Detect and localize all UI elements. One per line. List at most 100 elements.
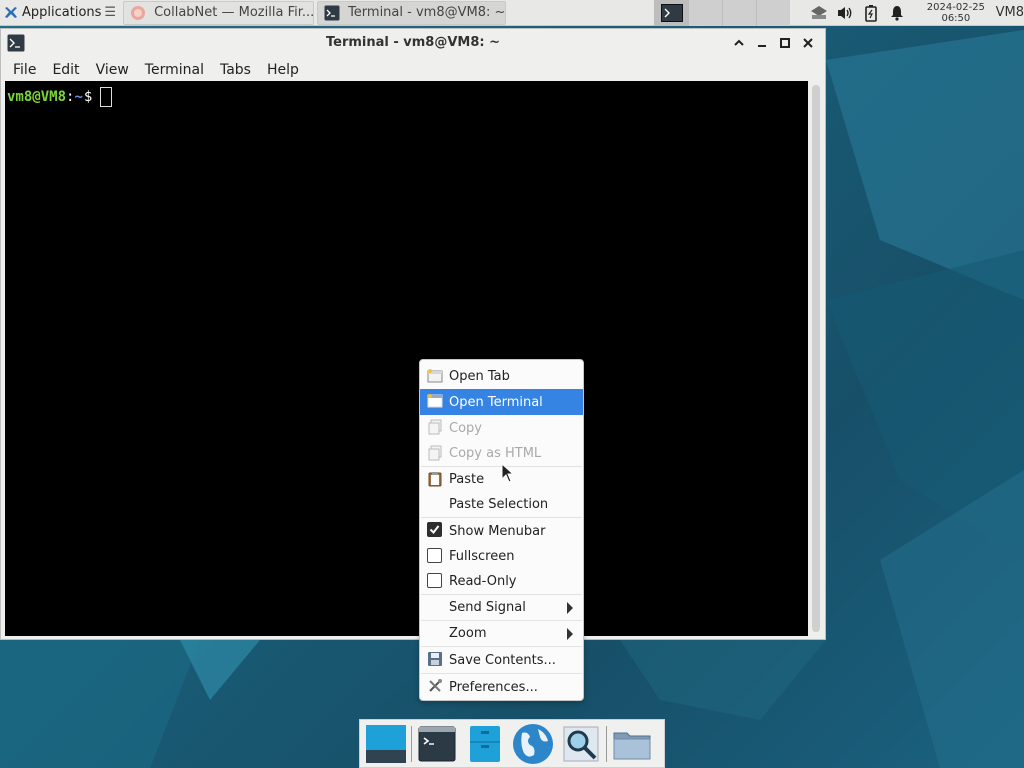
menu-item-open-tab[interactable]: Open Tab	[420, 364, 583, 389]
menu-item-fullscreen[interactable]: Fullscreen	[420, 544, 583, 569]
maximize-button[interactable]	[773, 33, 796, 53]
terminal-icon	[660, 3, 683, 22]
user-menu[interactable]: VM8	[996, 5, 1024, 20]
window-titlebar[interactable]: Terminal - vm8@VM8: ~	[1, 29, 825, 57]
save-icon	[428, 652, 442, 666]
dock-separator	[411, 725, 412, 762]
clock-date: 2024-02-25	[926, 1, 985, 13]
workspace-2[interactable]	[688, 0, 723, 26]
workspace-1[interactable]	[654, 0, 689, 26]
menu-view[interactable]: View	[88, 62, 137, 78]
firefox-icon	[131, 5, 146, 20]
xfce-logo-icon	[5, 6, 17, 18]
menu-item-send-signal[interactable]: Send Signal	[420, 595, 583, 620]
terminal-icon	[418, 726, 456, 761]
menu-item-copy[interactable]: Copy	[420, 415, 583, 441]
clock-time: 06:50	[941, 12, 971, 24]
menu-item-open-terminal[interactable]: Open Terminal	[420, 389, 583, 415]
taskbar-item-firefox[interactable]: CollabNet — Mozilla Fir...	[123, 0, 315, 25]
show-desktop-icon	[366, 724, 406, 763]
menu-item-paste-selection[interactable]: Paste Selection	[420, 492, 583, 517]
volume-icon[interactable]	[836, 4, 854, 22]
workspace-3[interactable]	[722, 0, 757, 26]
window-controls	[727, 33, 819, 53]
menu-item-label: Show Menubar	[449, 523, 546, 539]
folder-icon	[613, 732, 651, 759]
dock-web-browser[interactable]	[509, 721, 557, 767]
clock[interactable]: 2024-02-25 06:50	[924, 2, 987, 24]
minimize-icon	[757, 45, 766, 47]
new-tab-icon	[427, 369, 443, 383]
workspace-4[interactable]	[756, 0, 791, 26]
dock-separator	[606, 725, 607, 762]
menu-file[interactable]: File	[5, 62, 44, 78]
window-title: Terminal - vm8@VM8: ~	[325, 35, 501, 50]
applications-menu-button[interactable]: Applications ☰	[0, 0, 120, 26]
applications-label: Applications	[22, 5, 102, 20]
close-icon	[802, 38, 813, 48]
dock-app-finder[interactable]	[557, 721, 605, 767]
checkbox-checked-icon	[427, 522, 443, 538]
preferences-icon	[429, 679, 442, 692]
copy-icon	[428, 419, 442, 435]
close-button[interactable]	[796, 33, 819, 53]
checkbox-unchecked-icon	[427, 573, 443, 589]
menu-item-label: Zoom	[449, 626, 487, 641]
text-cursor	[100, 87, 113, 107]
taskbar-item-label: Terminal - vm8@VM8: ~	[348, 5, 506, 20]
notification-bell-icon[interactable]	[888, 4, 906, 22]
dock-show-desktop[interactable]	[362, 721, 410, 767]
menu-item-label: Send Signal	[449, 600, 526, 615]
menu-item-label: Open Tab	[449, 369, 510, 384]
shade-button[interactable]	[727, 33, 750, 53]
menu-tabs[interactable]: Tabs	[212, 62, 259, 78]
menu-item-label: Preferences...	[449, 679, 538, 695]
scrollbar-thumb[interactable]	[812, 85, 820, 632]
new-window-icon	[427, 394, 443, 408]
dock-terminal[interactable]	[413, 721, 461, 767]
menu-item-preferences[interactable]: Preferences...	[420, 674, 583, 700]
menu-item-read-only[interactable]: Read-Only	[420, 569, 583, 594]
taskbar-item-terminal[interactable]: Terminal - vm8@VM8: ~	[317, 0, 507, 25]
menu-help[interactable]: Help	[259, 62, 307, 78]
prompt-user-host: vm8@VM8	[7, 89, 67, 105]
scrollbar[interactable]	[809, 81, 823, 636]
prompt-separator: :	[66, 89, 75, 105]
menu-item-save-contents[interactable]: Save Contents...	[420, 647, 583, 673]
terminal-window: Terminal - vm8@VM8: ~ File Edit View Ter…	[0, 28, 826, 640]
top-panel: Applications ☰ CollabNet — Mozilla Fir..…	[0, 0, 1024, 26]
web-browser-icon	[513, 723, 553, 764]
menu-item-label: Copy	[449, 420, 482, 436]
file-manager-icon	[470, 725, 500, 762]
dock-folder[interactable]	[608, 721, 656, 767]
mouse-pointer-icon	[501, 463, 515, 483]
menu-item-label: Copy as HTML	[449, 446, 542, 461]
taskbar-item-label: CollabNet — Mozilla Fir...	[154, 5, 315, 20]
system-tray	[806, 0, 910, 26]
chevron-up-icon	[733, 39, 744, 46]
terminal-icon	[324, 5, 340, 20]
app-finder-icon	[563, 726, 599, 761]
network-icon[interactable]	[810, 4, 828, 22]
prompt-path: ~	[74, 89, 83, 105]
menu-item-label: Paste Selection	[449, 497, 549, 512]
menu-item-label: Save Contents...	[449, 652, 556, 668]
checkbox-unchecked-icon	[427, 548, 443, 564]
menu-terminal[interactable]: Terminal	[137, 62, 212, 78]
menu-edit[interactable]: Edit	[44, 62, 87, 78]
menu-item-label: Paste	[449, 472, 485, 487]
dock-file-manager[interactable]	[461, 721, 509, 767]
menubar: File Edit View Terminal Tabs Help	[1, 57, 825, 83]
menu-item-zoom[interactable]: Zoom	[420, 621, 583, 646]
menu-item-label: Read-Only	[449, 574, 517, 589]
menu-item-show-menubar[interactable]: Show Menubar	[420, 518, 583, 544]
shell-prompt: vm8@VM8 : ~ $	[7, 87, 806, 107]
copy-icon	[428, 445, 442, 461]
terminal-output[interactable]: vm8@VM8 : ~ $	[5, 81, 808, 636]
workspace-switcher	[654, 0, 791, 26]
maximize-icon	[779, 38, 790, 48]
minimize-button[interactable]	[750, 33, 773, 53]
battery-icon[interactable]	[862, 4, 880, 22]
context-menu: Open Tab Open Terminal Copy Copy as HTML…	[419, 359, 584, 701]
dock	[359, 719, 665, 768]
